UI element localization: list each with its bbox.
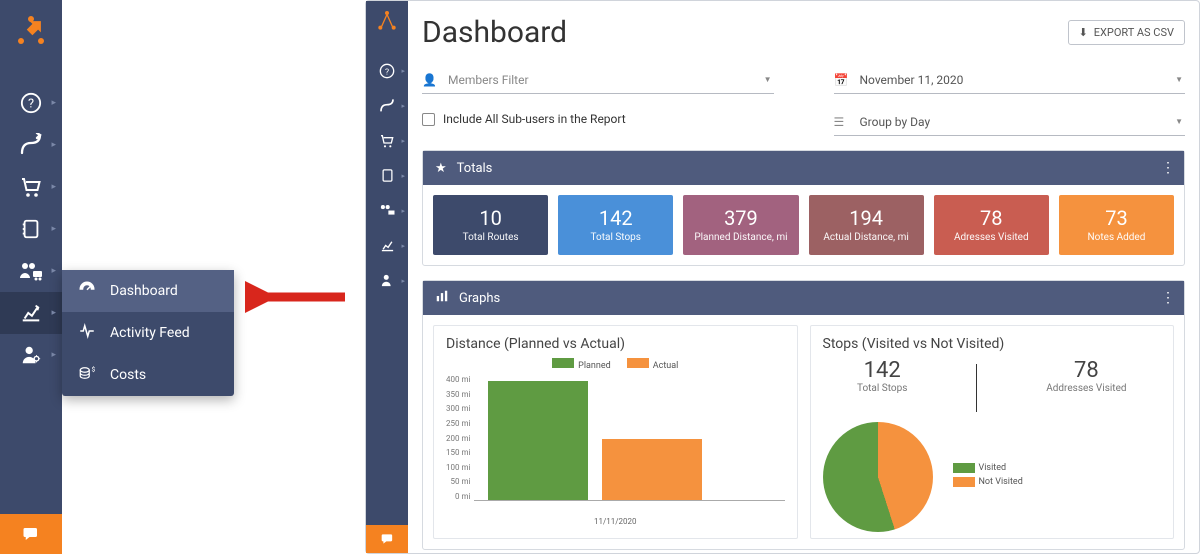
chart-icon — [435, 289, 449, 307]
stops-chart: Stops (Visited vs Not Visited) 142Total … — [810, 325, 1175, 539]
stat-card: 78Adresses Visited — [934, 195, 1049, 255]
stat-card: 73Notes Added — [1059, 195, 1174, 255]
sidebar-mini: ?▸ ▸ ▸ ▸ ▸ ▸ ▸ — [366, 1, 408, 553]
dropdown-icon: ▼ — [1175, 117, 1183, 126]
mini-item-addressbook[interactable]: ▸ — [366, 158, 408, 193]
sidebar-left: ?▸ ▸ ▸ ▸ ▸ ▸ ▸ — [0, 0, 62, 554]
download-icon: ⬇ — [1079, 26, 1088, 39]
annotation-arrow — [245, 280, 355, 314]
mini-item-help[interactable]: ?▸ — [366, 53, 408, 88]
activity-icon — [78, 322, 96, 344]
graphs-heading: Graphs — [459, 291, 500, 306]
chat-button-mini[interactable] — [366, 525, 408, 553]
stops-legend: Visited Not Visited — [953, 463, 1023, 491]
export-csv-button[interactable]: ⬇ EXPORT AS CSV — [1068, 20, 1185, 45]
app-logo[interactable] — [0, 0, 62, 62]
distance-legend: Planned Actual — [446, 358, 785, 371]
chat-button[interactable] — [0, 514, 62, 554]
card-menu-button[interactable]: ⋮ — [1161, 160, 1174, 176]
sidebar-item-help[interactable]: ?▸ — [0, 82, 62, 124]
graphs-card: Graphs ⋮ Distance (Planned vs Actual) Pl… — [422, 280, 1185, 550]
submenu-label: Dashboard — [110, 283, 178, 299]
include-subusers-checkbox[interactable] — [422, 113, 435, 126]
submenu-activity-feed[interactable]: Activity Feed — [62, 312, 234, 354]
sidebar-item-routes[interactable]: ▸ — [0, 124, 62, 166]
sidebar-item-analytics[interactable]: ▸ — [0, 292, 62, 334]
svg-text:?: ? — [385, 67, 389, 77]
members-filter-select[interactable]: 👤 Members Filter ▼ — [422, 66, 774, 94]
submenu-label: Activity Feed — [110, 325, 190, 341]
submenu-costs[interactable]: $ Costs — [62, 354, 234, 396]
app-logo-mini[interactable] — [366, 7, 408, 35]
stat-card: 379Planned Distance, mi — [683, 195, 798, 255]
sidebar-item-orders[interactable]: ▸ — [0, 166, 62, 208]
svg-text:?: ? — [28, 97, 34, 112]
person-icon: 👤 — [422, 73, 442, 87]
submenu-dashboard[interactable]: Dashboard — [62, 270, 234, 312]
sidebar-item-users[interactable]: ▸ — [0, 334, 62, 376]
calendar-icon: 📅 — [834, 73, 854, 87]
dropdown-icon: ▼ — [1175, 75, 1183, 84]
mini-item-analytics[interactable]: ▸ — [366, 228, 408, 263]
date-select[interactable]: 📅 November 11, 2020 ▼ — [834, 66, 1186, 94]
star-icon: ★ — [435, 161, 447, 176]
svg-text:$: $ — [92, 366, 96, 374]
sidebar-item-team[interactable]: ▸ — [0, 250, 62, 292]
mini-item-routes[interactable]: ▸ — [366, 88, 408, 123]
dashboard-panel: ?▸ ▸ ▸ ▸ ▸ ▸ ▸ Dashboard ⬇ EXPORT AS CSV… — [365, 0, 1200, 554]
totals-heading: Totals — [457, 161, 493, 176]
group-by-select[interactable]: ☰ Group by Day ▼ — [834, 108, 1186, 136]
dropdown-icon: ▼ — [764, 75, 772, 84]
stat-card: 142Total Stops — [558, 195, 673, 255]
chevron-right-icon: ▸ — [51, 98, 56, 108]
gauge-icon — [78, 280, 96, 302]
stops-pie — [823, 422, 933, 532]
sidebar-item-addressbook[interactable]: ▸ — [0, 208, 62, 250]
list-icon: ☰ — [834, 115, 854, 129]
mini-item-orders[interactable]: ▸ — [366, 123, 408, 158]
mini-item-team[interactable]: ▸ — [366, 193, 408, 228]
card-menu-button[interactable]: ⋮ — [1161, 290, 1174, 306]
bar-actual — [602, 439, 702, 500]
totals-card: ★ Totals ⋮ 10Total Routes142Total Stops3… — [422, 150, 1185, 266]
include-subusers-label: Include All Sub-users in the Report — [443, 112, 626, 126]
coins-icon: $ — [78, 364, 96, 386]
mini-item-users[interactable]: ▸ — [366, 263, 408, 298]
bar-planned — [488, 381, 588, 500]
page-title: Dashboard — [422, 15, 567, 50]
stat-card: 194Actual Distance, mi — [809, 195, 924, 255]
stat-card: 10Total Routes — [433, 195, 548, 255]
distance-chart: Distance (Planned vs Actual) Planned Act… — [433, 325, 798, 539]
submenu-label: Costs — [110, 367, 146, 383]
analytics-submenu: Dashboard Activity Feed $ Costs — [62, 270, 234, 396]
